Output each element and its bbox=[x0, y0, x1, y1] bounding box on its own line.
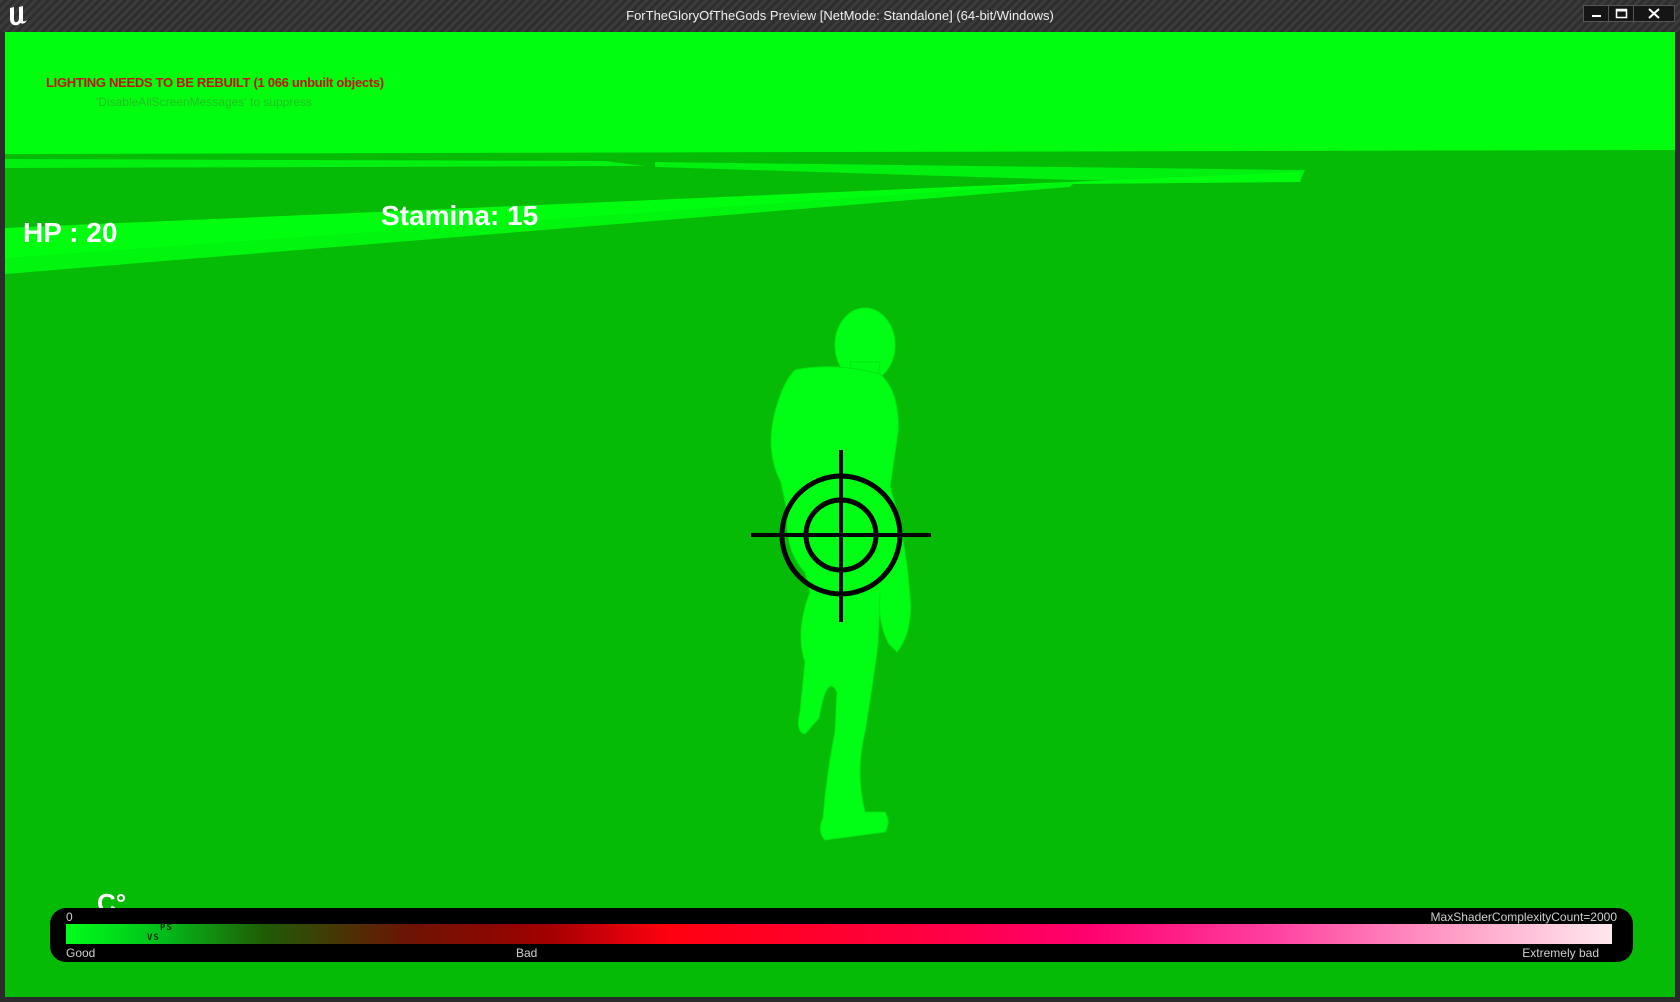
vertex-shader-marker: VS bbox=[147, 933, 160, 943]
suppress-messages-hint: 'DisableAllScreenMessages' to suppress bbox=[96, 95, 313, 109]
shader-complexity-legend: 0 MaxShaderComplexityCount=2000 Good Bad… bbox=[50, 908, 1633, 962]
close-icon bbox=[1634, 6, 1674, 21]
close-button[interactable] bbox=[1633, 5, 1675, 22]
game-preview-window: ForTheGloryOfTheGods Preview [NetMode: S… bbox=[0, 0, 1680, 1002]
hp-readout: HP : 20 bbox=[23, 217, 118, 248]
minimize-button[interactable] bbox=[1583, 5, 1610, 22]
lighting-rebuild-warning: LIGHTING NEEDS TO BE REBUILT (1 066 unbu… bbox=[46, 75, 384, 90]
bright-wedge bbox=[5, 172, 1300, 274]
title-bar[interactable]: ForTheGloryOfTheGods Preview [NetMode: S… bbox=[0, 0, 1680, 32]
complexity-gradient-bar bbox=[66, 924, 1612, 944]
maximize-icon bbox=[1609, 6, 1634, 21]
maximize-button[interactable] bbox=[1608, 5, 1635, 22]
legend-extremely-bad-label: Extremely bad bbox=[1522, 946, 1599, 960]
pixel-shader-marker: PS bbox=[160, 923, 173, 933]
game-viewport[interactable]: LIGHTING NEEDS TO BE REBUILT (1 066 unbu… bbox=[5, 32, 1675, 997]
legend-bad-label: Bad bbox=[516, 946, 538, 960]
window-title: ForTheGloryOfTheGods Preview [NetMode: S… bbox=[626, 8, 1054, 23]
stamina-readout: Stamina: 15 bbox=[381, 200, 539, 231]
legend-good-label: Good bbox=[66, 946, 96, 960]
minimize-icon bbox=[1584, 6, 1609, 21]
scene-geometry bbox=[5, 32, 1675, 841]
legend-max-label: MaxShaderComplexityCount=2000 bbox=[1430, 910, 1617, 924]
legend-min-label: 0 bbox=[66, 910, 73, 924]
